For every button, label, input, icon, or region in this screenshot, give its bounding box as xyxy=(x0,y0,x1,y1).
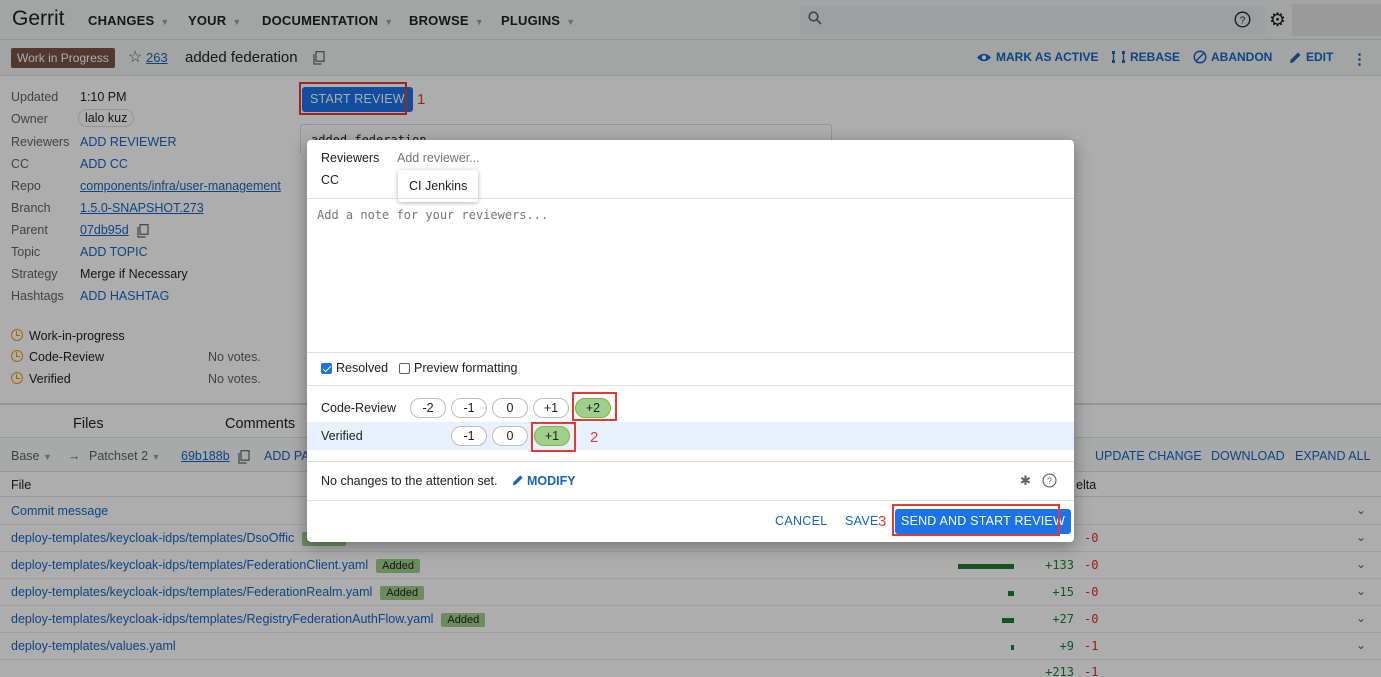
vote-plus-1[interactable]: +1 xyxy=(533,398,569,418)
help-icon[interactable]: ? xyxy=(1042,473,1057,488)
svg-text:?: ? xyxy=(1047,476,1052,486)
vote-minus-1[interactable]: -1 xyxy=(451,398,487,418)
modify-label: MODIFY xyxy=(527,474,576,488)
checkbox-checked-icon xyxy=(321,362,332,374)
code-review-label: Code-Review xyxy=(321,401,397,415)
divider xyxy=(307,385,1074,386)
cancel-button[interactable]: CANCEL xyxy=(775,514,828,528)
annotation-number: 3 xyxy=(878,513,887,530)
preview-formatting-checkbox[interactable]: Preview formatting xyxy=(399,361,518,375)
verified-label: Verified xyxy=(321,429,363,443)
bug-icon[interactable]: ✱ xyxy=(1020,473,1031,489)
annotation-box xyxy=(572,392,617,421)
divider xyxy=(307,352,1074,353)
vote-zero[interactable]: 0 xyxy=(492,398,528,418)
resolved-checkbox[interactable]: Resolved xyxy=(321,361,388,375)
vote-minus-2[interactable]: -2 xyxy=(410,398,446,418)
review-note-input[interactable] xyxy=(317,208,1057,348)
pencil-icon xyxy=(512,475,523,486)
checkbox-label: Resolved xyxy=(336,361,389,375)
verified-zero[interactable]: 0 xyxy=(492,426,528,446)
cc-label: CC xyxy=(321,173,340,187)
divider xyxy=(307,461,1074,462)
divider xyxy=(307,198,1074,199)
modify-button[interactable]: MODIFY xyxy=(512,474,576,488)
annotation-box xyxy=(892,504,1060,536)
verified-minus-1[interactable]: -1 xyxy=(451,426,487,446)
reply-dialog: Reviewers CC CI Jenkins Resolved Preview… xyxy=(307,140,1074,542)
save-button[interactable]: SAVE xyxy=(845,514,879,528)
reviewers-label: Reviewers xyxy=(321,151,380,165)
checkbox-unchecked-icon xyxy=(399,362,410,374)
divider xyxy=(307,500,1074,501)
verified-row xyxy=(307,422,1074,450)
checkbox-label: Preview formatting xyxy=(414,361,518,375)
annotation-number: 2 xyxy=(590,429,599,446)
annotation-box xyxy=(531,422,576,452)
add-reviewer-input[interactable] xyxy=(397,151,597,165)
attention-set-text: No changes to the attention set. xyxy=(321,474,498,488)
